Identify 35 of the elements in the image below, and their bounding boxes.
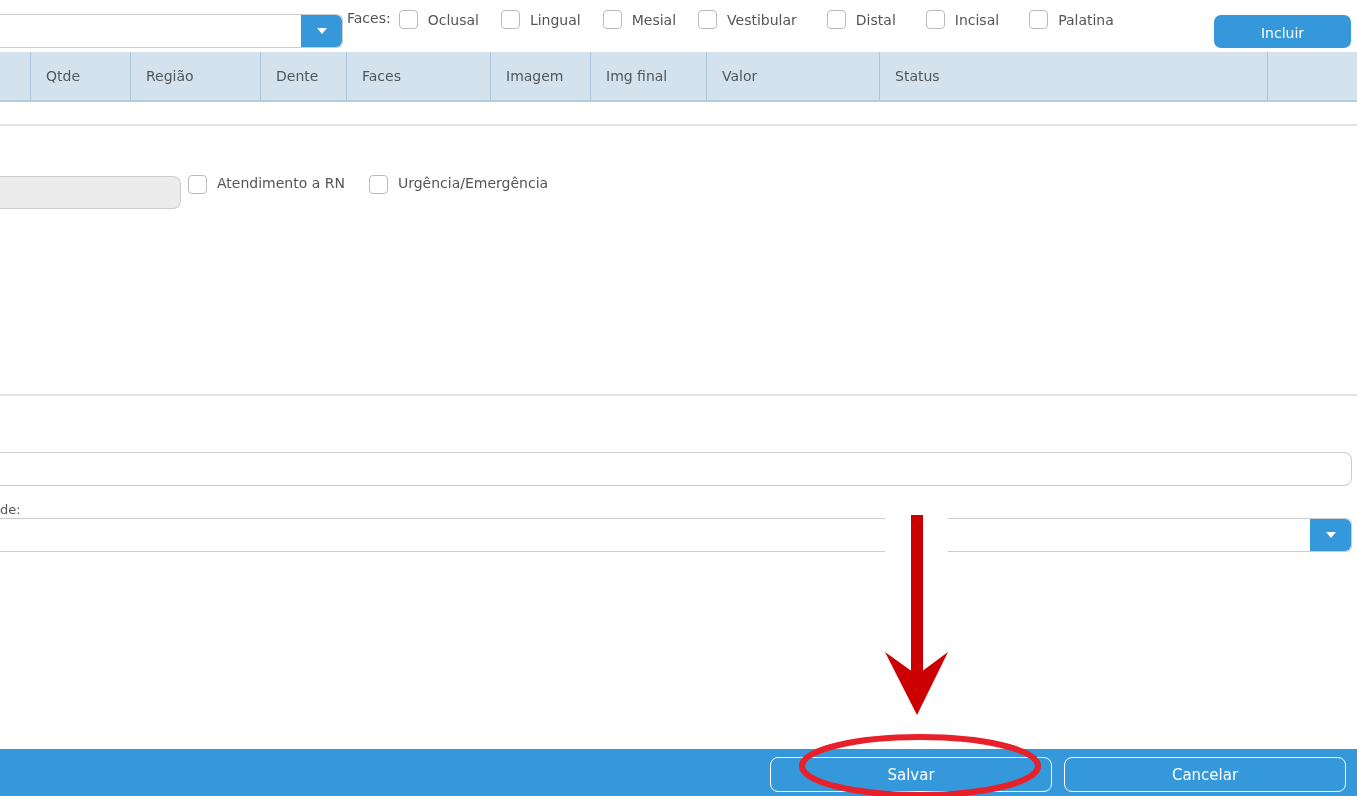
checkbox-label: Distal	[855, 11, 896, 28]
checkbox[interactable]	[500, 10, 520, 29]
caret-icon	[316, 28, 327, 34]
include-button[interactable]: Incluir	[1214, 14, 1351, 48]
faces-label: Faces:	[347, 10, 391, 26]
checkbox[interactable]	[1029, 10, 1049, 29]
dropdown-field[interactable]	[0, 518, 1352, 552]
checkbox-label: Vestibular	[727, 11, 797, 28]
cancel-button[interactable]: Cancelar	[1064, 757, 1346, 792]
checkbox-label: Oclusal	[427, 11, 479, 28]
column-header: Imagem	[506, 68, 564, 84]
column-header: Dente	[276, 68, 319, 84]
checkbox[interactable]	[698, 10, 718, 29]
column-header: Região	[146, 68, 194, 84]
checkbox[interactable]	[398, 10, 418, 29]
checkbox-label: Palatina	[1058, 11, 1114, 28]
column-header: Faces	[362, 68, 401, 84]
input-field[interactable]	[0, 452, 1352, 486]
checkbox-label: Incisal	[954, 11, 1000, 28]
checkbox[interactable]	[368, 175, 388, 194]
column-header: Qtde	[46, 68, 80, 84]
checkbox[interactable]	[826, 10, 846, 29]
checkbox-label: Mesial	[631, 11, 677, 28]
checkbox[interactable]	[925, 10, 945, 29]
caret-icon	[1325, 532, 1336, 538]
checkbox-label: Urgência/Emergência	[397, 175, 549, 191]
checkbox-label: Lingual	[529, 11, 581, 28]
checkbox[interactable]	[602, 10, 622, 29]
checkbox[interactable]	[188, 175, 207, 194]
checkbox-label: Atendimento a RN	[217, 175, 345, 191]
dropdown-field[interactable]	[0, 14, 343, 48]
column-header: Status	[895, 68, 940, 84]
column-header: Img final	[606, 68, 668, 84]
column-header: Valor	[722, 68, 758, 84]
field-label: de:	[0, 502, 21, 518]
